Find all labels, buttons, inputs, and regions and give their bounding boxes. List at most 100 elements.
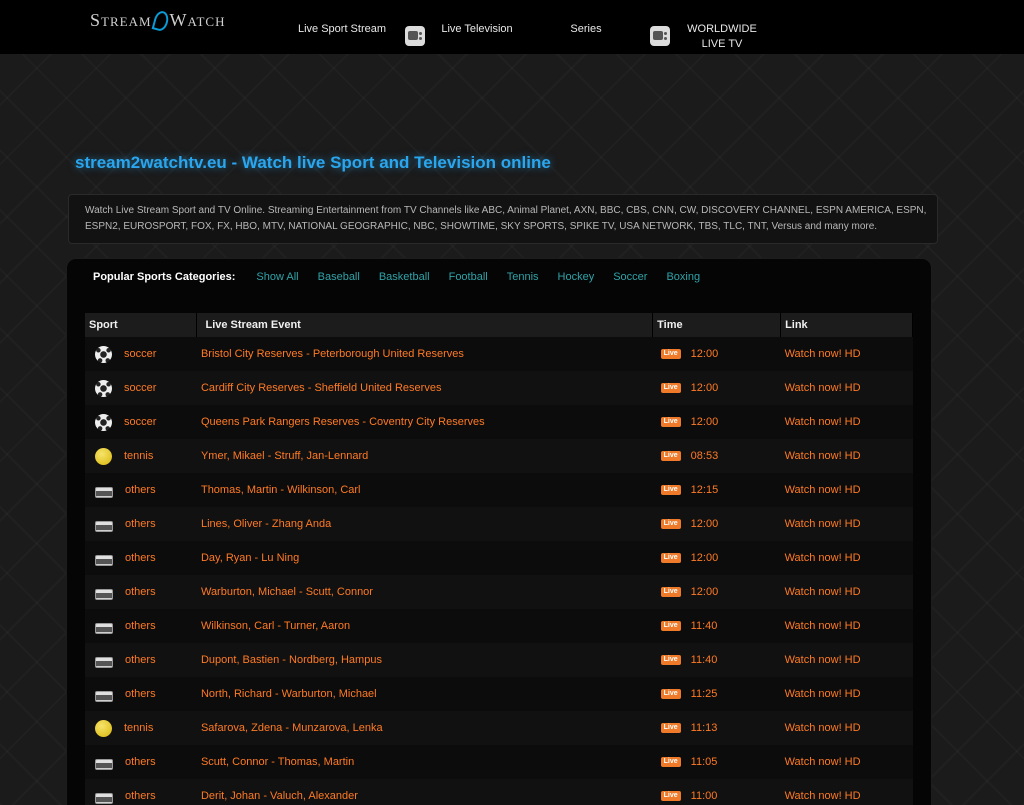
watch-now-link[interactable]: Watch now! HD <box>785 552 861 564</box>
nav-live-television[interactable]: Live Television <box>438 22 516 37</box>
category-basketball[interactable]: Basketball <box>379 271 430 283</box>
watch-now-link[interactable]: Watch now! HD <box>785 688 861 700</box>
sport-cell: others <box>85 745 197 779</box>
event-link[interactable]: Derit, Johan - Valuch, Alexander <box>201 790 358 802</box>
site-description: Watch Live Stream Sport and TV Online. S… <box>68 194 938 244</box>
watch-now-link[interactable]: Watch now! HD <box>785 722 861 734</box>
category-soccer[interactable]: Soccer <box>613 271 647 283</box>
sport-link[interactable]: others <box>125 654 156 666</box>
watch-now-link[interactable]: Watch now! HD <box>785 382 861 394</box>
event-cell: Cardiff City Reserves - Sheffield United… <box>196 371 653 405</box>
sport-link[interactable]: soccer <box>124 348 156 360</box>
live-badge: Live <box>660 417 681 428</box>
live-badge: Live <box>660 451 681 462</box>
television-icon[interactable] <box>405 26 425 46</box>
laptop-icon <box>95 656 113 668</box>
television-icon[interactable] <box>650 26 670 46</box>
watch-now-link[interactable]: Watch now! HD <box>785 484 861 496</box>
table-row: soccer Queens Park Rangers Reserves - Cov… <box>85 405 913 439</box>
sport-link[interactable]: others <box>125 688 156 700</box>
live-badge: Live <box>660 791 681 802</box>
sport-cell: others <box>85 643 197 677</box>
event-link[interactable]: Cardiff City Reserves - Sheffield United… <box>201 382 441 394</box>
sport-link[interactable]: others <box>125 552 156 564</box>
event-time: 12:00 <box>690 518 719 530</box>
sport-link[interactable]: soccer <box>124 416 156 428</box>
event-time: 12:00 <box>690 416 719 428</box>
tennis-ball-icon <box>95 447 112 465</box>
link-cell: Watch now! HD <box>780 745 913 779</box>
watch-now-link[interactable]: Watch now! HD <box>785 586 861 598</box>
watch-now-link[interactable]: Watch now! HD <box>785 416 861 428</box>
link-cell: Watch now! HD <box>780 337 913 371</box>
event-time: 12:15 <box>690 484 719 496</box>
event-link[interactable]: Ymer, Mikael - Struff, Jan-Lennard <box>201 450 368 462</box>
sport-cell: soccer <box>85 337 197 371</box>
watch-now-link[interactable]: Watch now! HD <box>785 790 861 802</box>
sport-link[interactable]: soccer <box>124 382 156 394</box>
category-boxing[interactable]: Boxing <box>666 271 700 283</box>
link-cell: Watch now! HD <box>780 643 913 677</box>
live-badge: Live <box>660 485 681 496</box>
time-cell: Live 11:40 <box>652 643 781 677</box>
site-logo[interactable]: Stream Watch <box>90 9 225 32</box>
event-link[interactable]: Scutt, Connor - Thomas, Martin <box>201 756 354 768</box>
category-tennis[interactable]: Tennis <box>507 271 539 283</box>
event-link[interactable]: Warburton, Michael - Scutt, Connor <box>201 586 373 598</box>
category-football[interactable]: Football <box>449 271 488 283</box>
link-cell: Watch now! HD <box>780 575 913 609</box>
link-cell: Watch now! HD <box>780 609 913 643</box>
column-header-time: Time <box>652 313 782 337</box>
table-row: others Wilkinson, Carl - Turner, Aaron Liv… <box>85 609 913 643</box>
watch-now-link[interactable]: Watch now! HD <box>785 450 861 462</box>
event-link[interactable]: Wilkinson, Carl - Turner, Aaron <box>201 620 350 632</box>
sport-cell: tennis <box>85 711 197 745</box>
event-link[interactable]: North, Richard - Warburton, Michael <box>201 688 377 700</box>
table-header-row: Sport Live Stream Event Time Link <box>85 313 913 337</box>
nav-series[interactable]: Series <box>566 22 606 37</box>
live-badge: Live <box>660 757 681 768</box>
event-link[interactable]: Dupont, Bastien - Nordberg, Hampus <box>201 654 382 666</box>
link-cell: Watch now! HD <box>780 507 913 541</box>
link-cell: Watch now! HD <box>780 405 913 439</box>
nav-live-sport-stream[interactable]: Live Sport Stream <box>296 22 388 37</box>
live-badge: Live <box>660 383 681 394</box>
time-cell: Live 12:00 <box>652 371 781 405</box>
event-link[interactable]: Thomas, Martin - Wilkinson, Carl <box>201 484 361 496</box>
sport-cell: soccer <box>85 371 197 405</box>
link-cell: Watch now! HD <box>780 677 913 711</box>
sport-link[interactable]: others <box>125 586 156 598</box>
watch-now-link[interactable]: Watch now! HD <box>785 518 861 530</box>
category-show-all[interactable]: Show All <box>256 271 298 283</box>
category-hockey[interactable]: Hockey <box>558 271 595 283</box>
sport-link[interactable]: others <box>125 620 156 632</box>
watch-now-link[interactable]: Watch now! HD <box>785 348 861 360</box>
event-time: 12:00 <box>690 586 719 598</box>
sport-link[interactable]: tennis <box>124 722 153 734</box>
event-link[interactable]: Queens Park Rangers Reserves - Coventry … <box>201 416 485 428</box>
sport-link[interactable]: others <box>125 484 156 496</box>
event-link[interactable]: Safarova, Zdena - Munzarova, Lenka <box>201 722 383 734</box>
link-cell: Watch now! HD <box>780 779 913 805</box>
table-row: soccer Cardiff City Reserves - Sheffield … <box>85 371 913 405</box>
sports-categories-bar: Popular Sports Categories: Show All Base… <box>93 270 719 284</box>
soccer-ball-icon <box>95 379 112 397</box>
category-baseball[interactable]: Baseball <box>318 271 360 283</box>
watch-now-link[interactable]: Watch now! HD <box>785 756 861 768</box>
sport-link[interactable]: others <box>125 756 156 768</box>
sport-cell: others <box>85 473 197 507</box>
watch-now-link[interactable]: Watch now! HD <box>785 620 861 632</box>
event-link[interactable]: Lines, Oliver - Zhang Anda <box>201 518 331 530</box>
event-link[interactable]: Bristol City Reserves - Peterborough Uni… <box>201 348 464 360</box>
nav-worldwide-live-tv[interactable]: WORLDWIDE LIVE TV <box>676 22 768 52</box>
event-link[interactable]: Day, Ryan - Lu Ning <box>201 552 299 564</box>
link-cell: Watch now! HD <box>780 371 913 405</box>
sport-link[interactable]: tennis <box>124 450 153 462</box>
event-cell: Lines, Oliver - Zhang Anda <box>196 507 653 541</box>
watch-now-link[interactable]: Watch now! HD <box>785 654 861 666</box>
time-cell: Live 12:00 <box>652 575 781 609</box>
sport-link[interactable]: others <box>125 518 156 530</box>
sport-link[interactable]: others <box>125 790 156 802</box>
link-cell: Watch now! HD <box>780 541 913 575</box>
event-time: 11:05 <box>690 756 718 768</box>
